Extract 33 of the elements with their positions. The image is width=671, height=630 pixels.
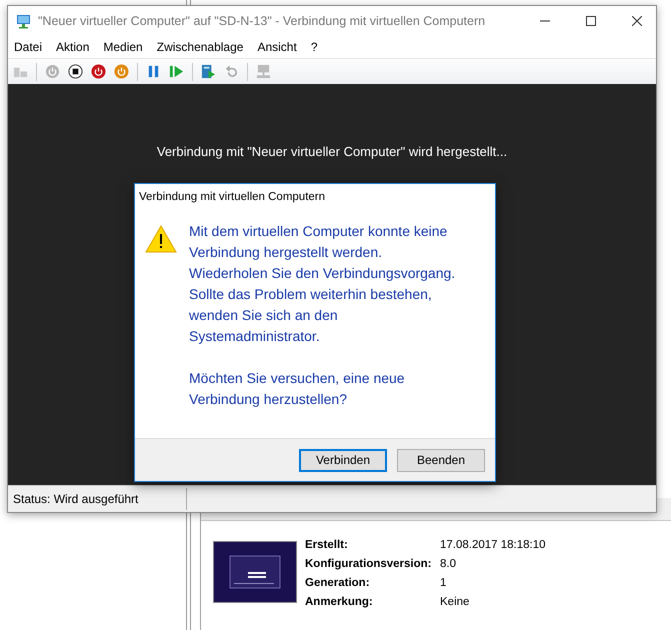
property-value: 8.0 — [440, 558, 457, 570]
close-icon[interactable] — [632, 16, 642, 26]
dialog-title: Verbindung mit virtuellen Computern — [138, 190, 326, 203]
status-text: Status: Wird ausgeführt — [8, 488, 187, 510]
property-value: 17.08.2017 18:18:10 — [440, 539, 546, 551]
menu-item[interactable]: Medien — [103, 40, 143, 54]
undo-icon[interactable] — [224, 64, 239, 79]
dialog-button[interactable]: Beenden — [397, 448, 485, 472]
property-label: Konfigurationsversion: — [305, 558, 433, 570]
warning-icon — [145, 225, 177, 253]
monitor-icon — [16, 13, 32, 29]
play-icon[interactable] — [169, 64, 184, 79]
menu-item[interactable]: Aktion — [56, 40, 90, 54]
menu-item[interactable]: Ansicht — [257, 40, 297, 54]
stop-icon[interactable] — [68, 64, 83, 79]
property-label: Erstellt: — [305, 539, 349, 551]
menu-item[interactable]: Datei — [14, 40, 42, 54]
property-label: Anmerkung: — [305, 596, 374, 608]
menu-item[interactable]: Zwischenablage — [156, 40, 244, 54]
property-label: Generation: — [305, 577, 371, 589]
property-value: 1 — [440, 577, 448, 589]
connecting-message: Verbindung mit "Neuer virtueller Computer" wird hergestellt... — [156, 144, 508, 159]
menu-item[interactable]: ? — [310, 40, 318, 54]
power-icon[interactable] — [114, 64, 129, 79]
checkpoint-icon[interactable] — [201, 64, 216, 79]
dialog-message: Mit dem virtuellen Computer konnte keine Verbindung hergestellt werden. Wiederholen Sie den Verbindungsvorgang. Sollte das Problem weiterhin bestehen, wenden Sie sich an den Systemadministrator. — [189, 222, 456, 346]
property-value: Keine — [440, 596, 470, 608]
pause-icon[interactable] — [146, 64, 161, 79]
maximize-icon[interactable] — [586, 16, 596, 26]
dialog-message: Möchten Sie versuchen, eine neue Verbindung herzustellen? — [189, 369, 406, 409]
dialog-button[interactable]: Verbinden — [299, 448, 387, 472]
window-title: "Neuer virtueller Computer" auf "SD-N-13" - Verbindung mit virtuellen Computern — [38, 14, 486, 28]
power-icon[interactable] — [91, 64, 106, 79]
